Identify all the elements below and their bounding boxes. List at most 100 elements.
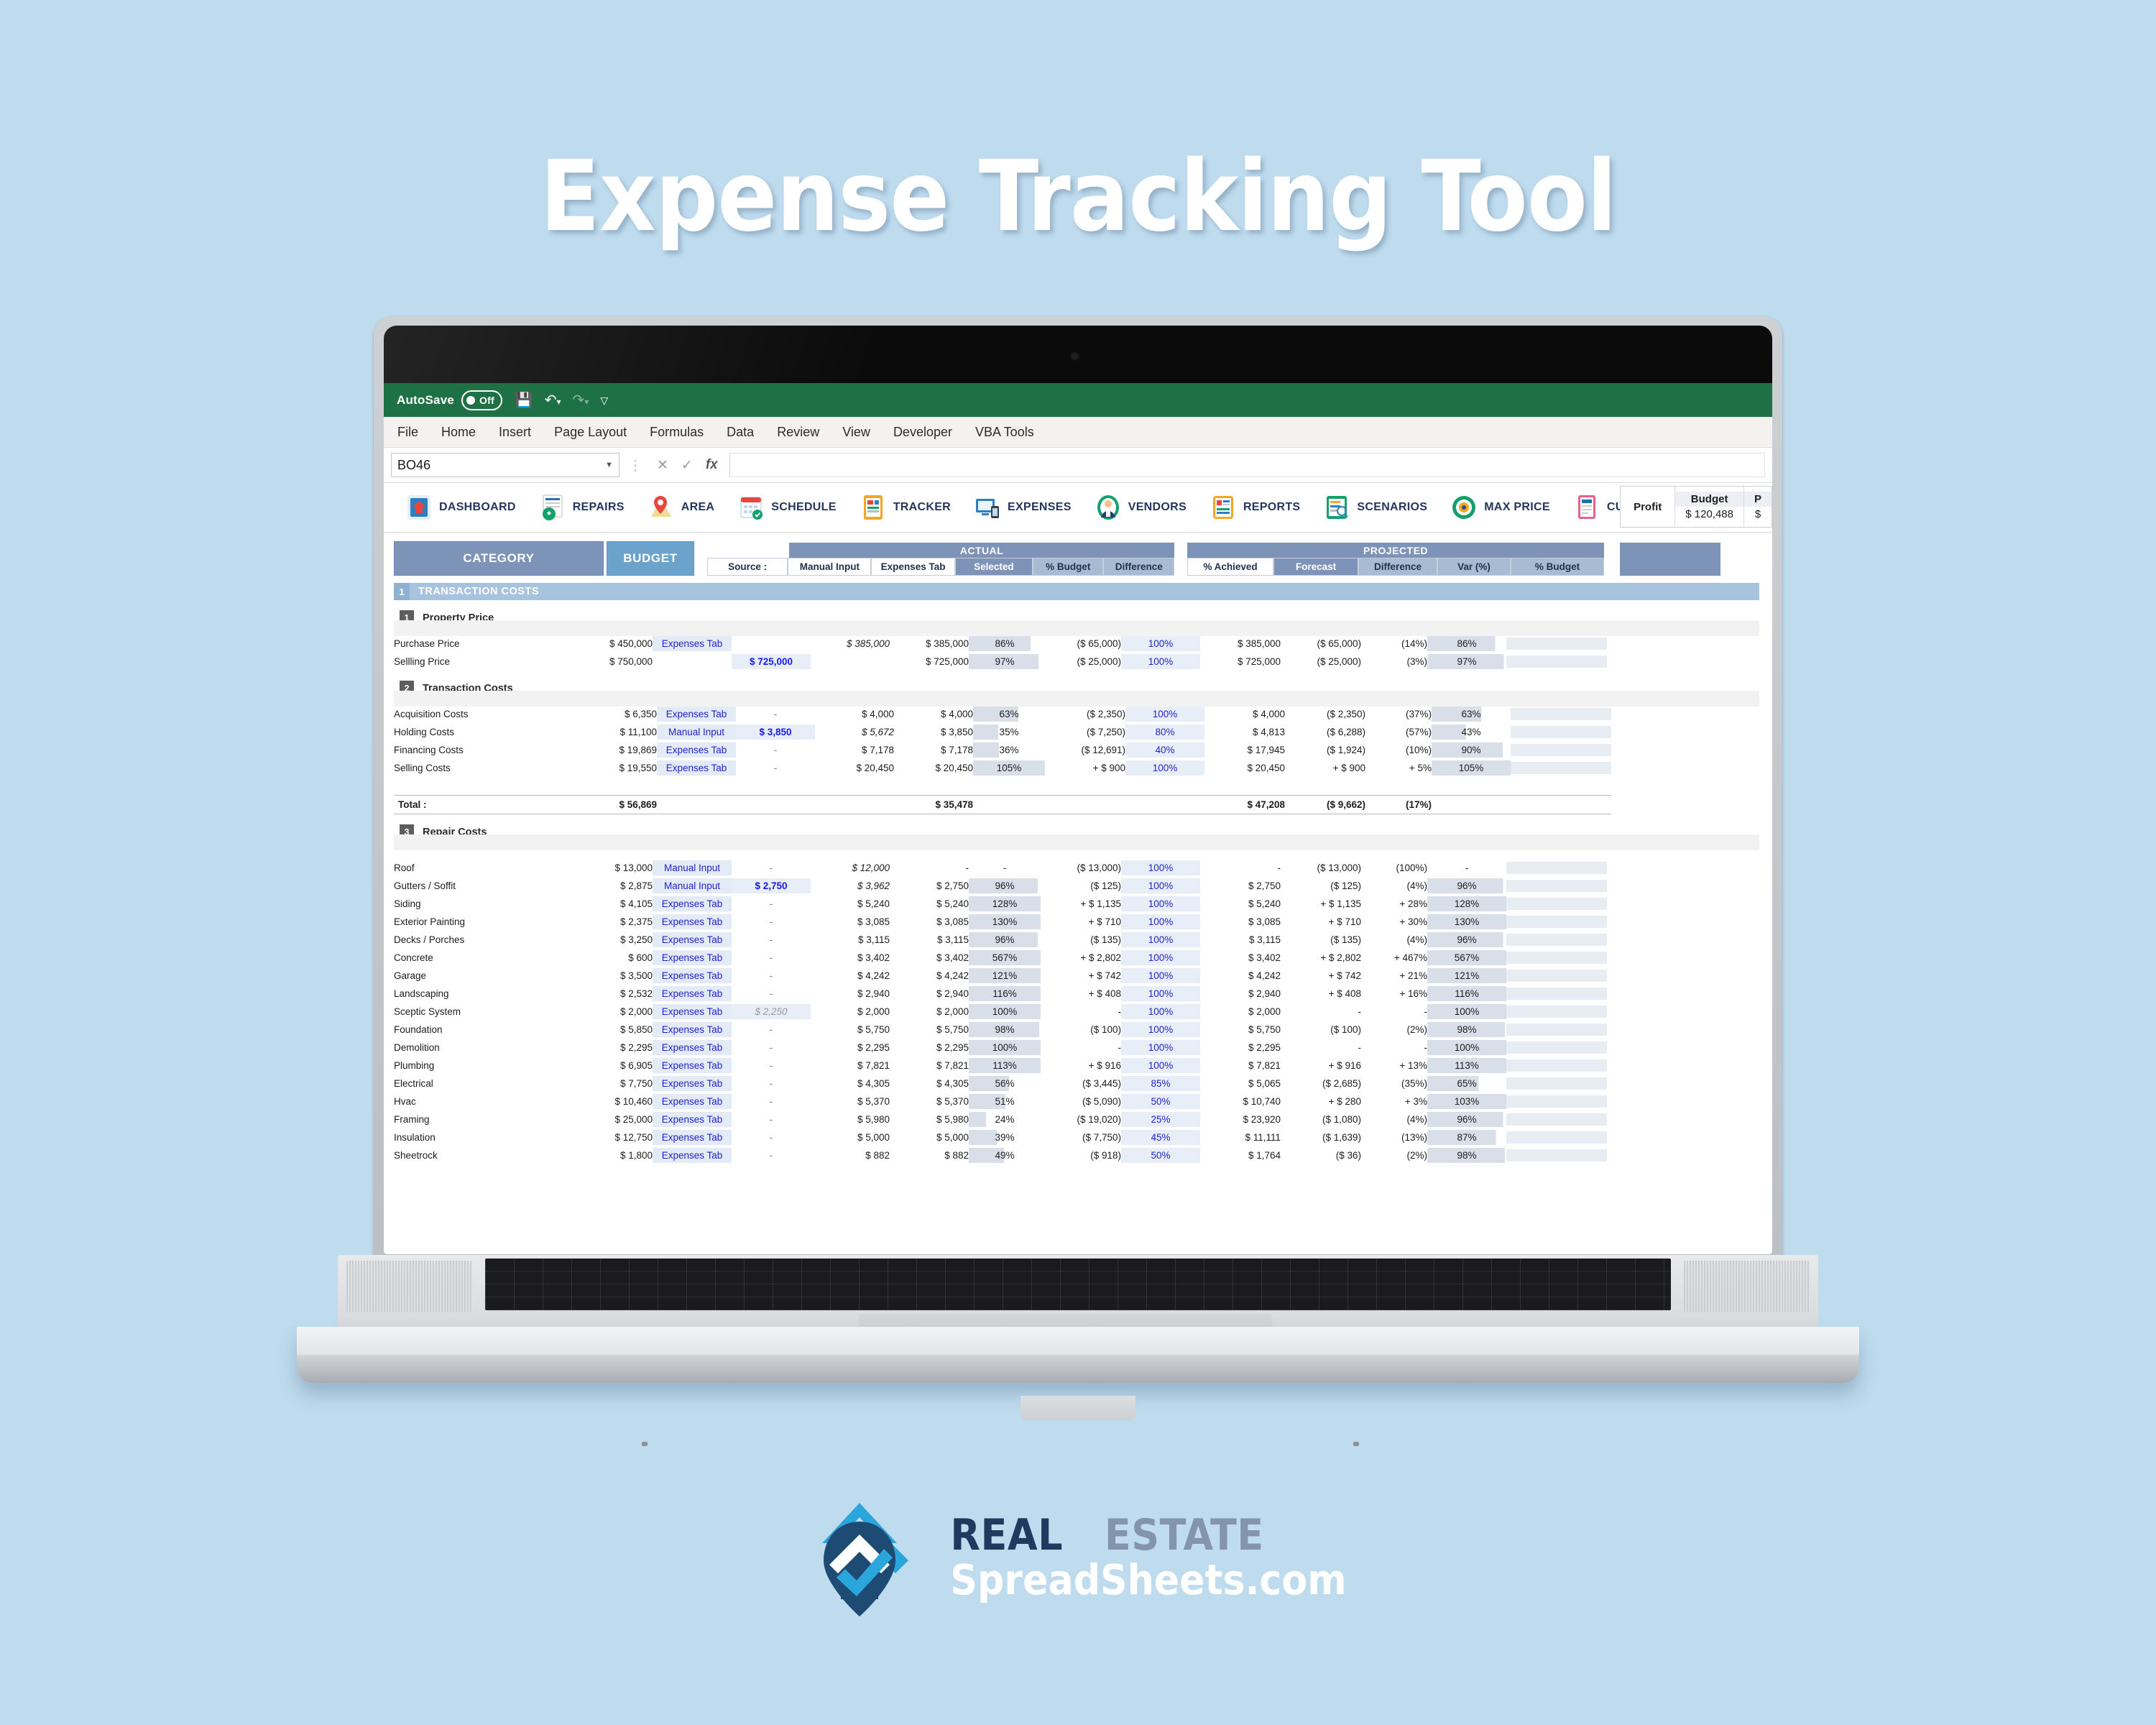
row-selected[interactable]: $ 3,115 xyxy=(890,931,969,949)
row-expenses[interactable]: $ 2,000 xyxy=(811,1003,890,1021)
row-selected[interactable]: $ 4,305 xyxy=(890,1075,969,1092)
row-expenses[interactable]: $ 5,980 xyxy=(811,1110,890,1128)
row-budget[interactable]: $ 7,750 xyxy=(566,1075,653,1092)
source-pill[interactable]: Expenses Tab xyxy=(653,986,732,1001)
table-row[interactable]: Holding Costs $ 11,100 Manual Input $ 3,850… xyxy=(394,723,1611,741)
table-row[interactable]: Foundation $ 5,850 Expenses Tab - $ 5,750 $ 5… xyxy=(394,1021,1607,1039)
row-expenses[interactable]: $ 4,242 xyxy=(811,967,890,985)
row-selected[interactable]: $ 3,402 xyxy=(890,949,969,967)
column-header-forecast[interactable]: Forecast xyxy=(1273,558,1358,576)
table-row[interactable]: Siding $ 4,105 Expenses Tab - $ 5,240 $ 5,240… xyxy=(394,895,1607,913)
source-pill[interactable]: Expenses Tab xyxy=(653,1040,732,1055)
customize-qat-icon[interactable]: ▽ xyxy=(600,395,608,405)
row-budget[interactable]: $ 6,905 xyxy=(566,1057,653,1075)
table-row[interactable]: Hvac $ 10,460 Expenses Tab - $ 5,370 $ 5,370 5… xyxy=(394,1092,1607,1110)
table-row[interactable]: Sellling Price $ 750,000 $ 725,000 $ 725,00… xyxy=(394,653,1607,671)
table-row[interactable]: Landscaping $ 2,532 Expenses Tab - $ 2,940 $ … xyxy=(394,985,1607,1003)
column-header-difference[interactable]: Difference xyxy=(1103,558,1174,576)
row-budget[interactable]: $ 2,000 xyxy=(566,1003,653,1021)
row-manual[interactable]: - xyxy=(732,1039,811,1057)
row-manual[interactable]: - xyxy=(732,967,811,985)
manual-input-cell[interactable]: - xyxy=(770,1132,773,1143)
menu-item-insert[interactable]: Insert xyxy=(497,423,533,442)
table-row[interactable]: Selling Costs $ 19,550 Expenses Tab - $ 20,4… xyxy=(394,759,1611,777)
row-source[interactable] xyxy=(653,653,732,671)
row-manual[interactable] xyxy=(732,635,811,653)
nav-item-tracker[interactable]: TRACKER xyxy=(848,486,962,529)
row-selected[interactable]: $ 2,000 xyxy=(890,1003,969,1021)
row-source[interactable]: Expenses Tab xyxy=(653,949,732,967)
row-selected[interactable]: $ 5,000 xyxy=(890,1128,969,1146)
row-source[interactable]: Expenses Tab xyxy=(653,1039,732,1057)
row-selected[interactable]: $ 725,000 xyxy=(890,653,969,671)
table-row[interactable]: Demolition $ 2,295 Expenses Tab - $ 2,295 $ 2… xyxy=(394,1039,1607,1057)
row-source[interactable]: Expenses Tab xyxy=(657,759,736,777)
redo-icon[interactable]: ↷▾ xyxy=(573,393,589,408)
row-selected[interactable]: $ 5,370 xyxy=(890,1092,969,1110)
row-budget[interactable]: $ 5,850 xyxy=(566,1021,653,1039)
row-budget[interactable]: $ 2,875 xyxy=(566,877,653,895)
table-row[interactable]: Gutters / Soffit $ 2,875 Manual Input $ 2,7… xyxy=(394,877,1607,895)
row-source[interactable]: Expenses Tab xyxy=(653,1092,732,1110)
row-selected[interactable]: $ 2,940 xyxy=(890,985,969,1003)
manual-input-cell[interactable]: - xyxy=(770,1096,773,1107)
row-expenses[interactable]: $ 2,295 xyxy=(811,1039,890,1057)
row-manual[interactable]: - xyxy=(732,985,811,1003)
row-budget[interactable]: $ 19,550 xyxy=(571,759,657,777)
table-row[interactable]: Sceptic System $ 2,000 Expenses Tab $ 2,250… xyxy=(394,1003,1607,1021)
table-row[interactable]: Purchase Price $ 450,000 Expenses Tab $ 385… xyxy=(394,635,1607,653)
row-budget[interactable]: $ 6,350 xyxy=(571,705,657,723)
row-source[interactable]: Manual Input xyxy=(657,723,736,741)
row-expenses[interactable]: $ 5,370 xyxy=(811,1092,890,1110)
row-source[interactable]: Expenses Tab xyxy=(653,895,732,913)
manual-input-cell[interactable]: - xyxy=(770,1042,773,1053)
row-selected[interactable]: $ 5,240 xyxy=(890,895,969,913)
row-source[interactable]: Expenses Tab xyxy=(657,705,736,723)
row-budget[interactable]: $ 600 xyxy=(566,949,653,967)
manual-input-cell[interactable]: $ 725,000 xyxy=(732,654,811,669)
source-pill[interactable]: Expenses Tab xyxy=(653,1130,732,1145)
nav-item-max-price[interactable]: MAX PRICE xyxy=(1439,486,1562,529)
row-expenses[interactable]: $ 3,085 xyxy=(811,913,890,931)
row-manual[interactable]: - xyxy=(732,931,811,949)
cancel-icon[interactable]: ✕ xyxy=(657,457,668,474)
manual-input-cell[interactable]: - xyxy=(770,1078,773,1089)
row-source[interactable]: Expenses Tab xyxy=(653,1057,732,1075)
row-manual[interactable]: - xyxy=(732,859,811,877)
nav-item-schedule[interactable]: SCHEDULE xyxy=(726,486,847,529)
row-source[interactable]: Expenses Tab xyxy=(653,1075,732,1092)
formula-input[interactable] xyxy=(729,453,1765,477)
source-pill[interactable]: Expenses Tab xyxy=(657,707,736,722)
row-selected[interactable]: $ 882 xyxy=(890,1146,969,1164)
row-manual[interactable]: - xyxy=(732,1092,811,1110)
row-selected[interactable]: $ 2,295 xyxy=(890,1039,969,1057)
autosave-control[interactable]: AutoSave Off xyxy=(397,390,502,410)
menu-item-home[interactable]: Home xyxy=(439,423,478,442)
row-manual[interactable]: - xyxy=(732,1057,811,1075)
row-manual[interactable]: - xyxy=(732,1110,811,1128)
column-header-p-difference[interactable]: Difference xyxy=(1358,558,1437,576)
insert-function-icon[interactable]: fx xyxy=(706,457,718,473)
column-header-pct-achieved[interactable]: % Achieved xyxy=(1187,558,1273,576)
enter-icon[interactable]: ✓ xyxy=(681,457,693,474)
row-budget[interactable]: $ 11,100 xyxy=(571,723,657,741)
row-manual[interactable]: - xyxy=(732,1128,811,1146)
source-pill[interactable]: Expenses Tab xyxy=(653,968,732,983)
source-pill[interactable]: Expenses Tab xyxy=(653,1076,732,1091)
custom-nav-ribbon[interactable]: DASHBOARD REPAIRS AREA SCHEDULE TRACKER … xyxy=(384,483,1772,533)
menu-item-formulas[interactable]: Formulas xyxy=(648,423,706,442)
column-header-source[interactable]: Source : xyxy=(707,558,788,576)
row-manual[interactable]: - xyxy=(736,759,815,777)
row-budget[interactable]: $ 10,460 xyxy=(566,1092,653,1110)
row-budget[interactable]: $ 4,105 xyxy=(566,895,653,913)
row-source[interactable]: Manual Input xyxy=(653,877,732,895)
row-expenses[interactable]: $ 12,000 xyxy=(811,859,890,877)
nav-item-reports[interactable]: REPORTS xyxy=(1198,486,1312,529)
menu-item-data[interactable]: Data xyxy=(724,423,756,442)
row-expenses[interactable]: $ 5,240 xyxy=(811,895,890,913)
row-source[interactable]: Expenses Tab xyxy=(653,1146,732,1164)
table-row[interactable]: Decks / Porches $ 3,250 Expenses Tab - $ 3,1… xyxy=(394,931,1607,949)
row-manual[interactable]: - xyxy=(732,949,811,967)
source-pill[interactable]: Expenses Tab xyxy=(653,932,732,947)
row-selected[interactable]: $ 3,850 xyxy=(894,723,973,741)
